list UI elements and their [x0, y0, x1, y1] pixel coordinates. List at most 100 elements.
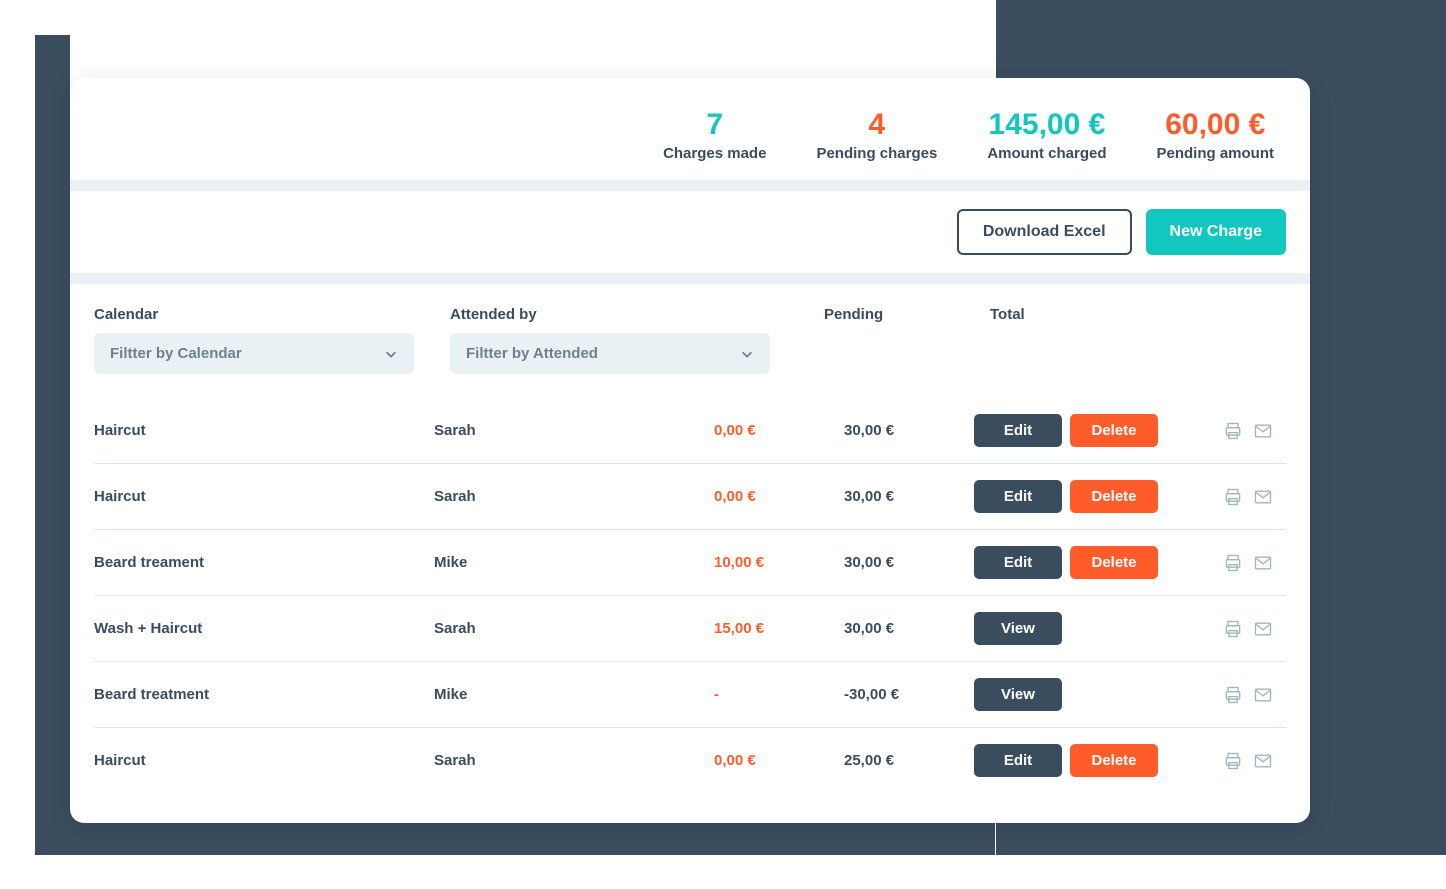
- attended-cell: Mike: [434, 686, 714, 703]
- stat-value: 7: [663, 108, 766, 141]
- pending-cell: 0,00 €: [714, 752, 844, 769]
- total-header-col: Total: [990, 306, 1120, 374]
- print-icon[interactable]: [1222, 553, 1244, 573]
- delete-button[interactable]: Delete: [1070, 546, 1158, 579]
- row-actions: EditDelete: [974, 480, 1184, 513]
- filter-label: Attended by: [450, 306, 770, 323]
- print-icon[interactable]: [1222, 619, 1244, 639]
- chevron-down-icon: [384, 347, 398, 361]
- attended-cell: Sarah: [434, 752, 714, 769]
- pending-cell: 10,00 €: [714, 554, 844, 571]
- print-icon[interactable]: [1222, 487, 1244, 507]
- pending-cell: 0,00 €: [714, 488, 844, 505]
- print-icon[interactable]: [1222, 685, 1244, 705]
- stats-row: 7 Charges made 4 Pending charges 145,00 …: [70, 78, 1310, 180]
- table-row: Wash + HaircutSarah15,00 €30,00 €View: [94, 596, 1286, 662]
- mail-icon[interactable]: [1252, 553, 1274, 573]
- filter-calendar-select[interactable]: Filtter by Calendar: [94, 333, 414, 374]
- mail-icon[interactable]: [1252, 751, 1274, 771]
- row-icons: [1184, 619, 1274, 639]
- service-cell: Haircut: [94, 752, 434, 769]
- background-decor: [35, 35, 70, 855]
- total-header: Total: [990, 306, 1120, 323]
- new-charge-button[interactable]: New Charge: [1146, 209, 1286, 255]
- row-actions: View: [974, 678, 1184, 711]
- row-icons: [1184, 685, 1274, 705]
- service-cell: Beard treatment: [94, 686, 434, 703]
- table-row: Beard treatmentMike--30,00 €View: [94, 662, 1286, 728]
- filter-calendar-col: Calendar Filtter by Calendar: [94, 306, 414, 374]
- mail-icon[interactable]: [1252, 685, 1274, 705]
- row-actions: EditDelete: [974, 414, 1184, 447]
- print-icon[interactable]: [1222, 751, 1244, 771]
- row-icons: [1184, 553, 1274, 573]
- background-decor: [996, 0, 1446, 35]
- filter-placeholder: Filtter by Attended: [466, 345, 598, 362]
- pending-cell: -: [714, 686, 844, 703]
- stat-pending-charges: 4 Pending charges: [816, 108, 937, 162]
- total-cell: 30,00 €: [844, 620, 974, 637]
- charges-table: HaircutSarah0,00 €30,00 €EditDeleteHairc…: [70, 384, 1310, 793]
- total-cell: -30,00 €: [844, 686, 974, 703]
- view-button[interactable]: View: [974, 612, 1062, 645]
- row-actions: EditDelete: [974, 744, 1184, 777]
- delete-button[interactable]: Delete: [1070, 744, 1158, 777]
- pending-header: Pending: [824, 306, 954, 323]
- stat-label: Pending charges: [816, 145, 937, 162]
- stat-pending-amount: 60,00 € Pending amount: [1157, 108, 1275, 162]
- service-cell: Beard treament: [94, 554, 434, 571]
- stat-value: 60,00 €: [1157, 108, 1275, 141]
- filter-attended-col: Attended by Filtter by Attended: [450, 306, 770, 374]
- stat-amount-charged: 145,00 € Amount charged: [987, 108, 1106, 162]
- filters-row: Calendar Filtter by Calendar Attended by…: [70, 284, 1310, 384]
- table-row: HaircutSarah0,00 €25,00 €EditDelete: [94, 728, 1286, 793]
- mail-icon[interactable]: [1252, 421, 1274, 441]
- service-cell: Haircut: [94, 422, 434, 439]
- service-cell: Wash + Haircut: [94, 620, 434, 637]
- service-cell: Haircut: [94, 488, 434, 505]
- download-excel-button[interactable]: Download Excel: [957, 209, 1132, 255]
- filter-placeholder: Filtter by Calendar: [110, 345, 242, 362]
- pending-cell: 15,00 €: [714, 620, 844, 637]
- print-icon[interactable]: [1222, 421, 1244, 441]
- attended-cell: Mike: [434, 554, 714, 571]
- divider: [70, 180, 1310, 191]
- row-icons: [1184, 751, 1274, 771]
- pending-cell: 0,00 €: [714, 422, 844, 439]
- total-cell: 30,00 €: [844, 554, 974, 571]
- actions-bar: Download Excel New Charge: [70, 191, 1310, 273]
- stat-label: Pending amount: [1157, 145, 1275, 162]
- mail-icon[interactable]: [1252, 487, 1274, 507]
- filter-attended-select[interactable]: Filtter by Attended: [450, 333, 770, 374]
- attended-cell: Sarah: [434, 620, 714, 637]
- row-icons: [1184, 421, 1274, 441]
- row-actions: EditDelete: [974, 546, 1184, 579]
- delete-button[interactable]: Delete: [1070, 480, 1158, 513]
- table-row: Beard treamentMike10,00 €30,00 €EditDele…: [94, 530, 1286, 596]
- edit-button[interactable]: Edit: [974, 414, 1062, 447]
- table-row: HaircutSarah0,00 €30,00 €EditDelete: [94, 464, 1286, 530]
- edit-button[interactable]: Edit: [974, 546, 1062, 579]
- divider: [70, 273, 1310, 284]
- total-cell: 30,00 €: [844, 422, 974, 439]
- mail-icon[interactable]: [1252, 619, 1274, 639]
- total-cell: 30,00 €: [844, 488, 974, 505]
- stat-value: 145,00 €: [987, 108, 1106, 141]
- total-cell: 25,00 €: [844, 752, 974, 769]
- row-actions: View: [974, 612, 1184, 645]
- pending-header-col: Pending: [824, 306, 954, 374]
- view-button[interactable]: View: [974, 678, 1062, 711]
- edit-button[interactable]: Edit: [974, 480, 1062, 513]
- attended-cell: Sarah: [434, 488, 714, 505]
- filter-label: Calendar: [94, 306, 414, 323]
- stat-label: Charges made: [663, 145, 766, 162]
- stat-value: 4: [816, 108, 937, 141]
- edit-button[interactable]: Edit: [974, 744, 1062, 777]
- row-icons: [1184, 487, 1274, 507]
- stat-label: Amount charged: [987, 145, 1106, 162]
- table-row: HaircutSarah0,00 €30,00 €EditDelete: [94, 398, 1286, 464]
- attended-cell: Sarah: [434, 422, 714, 439]
- chevron-down-icon: [740, 347, 754, 361]
- charges-card: 7 Charges made 4 Pending charges 145,00 …: [70, 78, 1310, 823]
- delete-button[interactable]: Delete: [1070, 414, 1158, 447]
